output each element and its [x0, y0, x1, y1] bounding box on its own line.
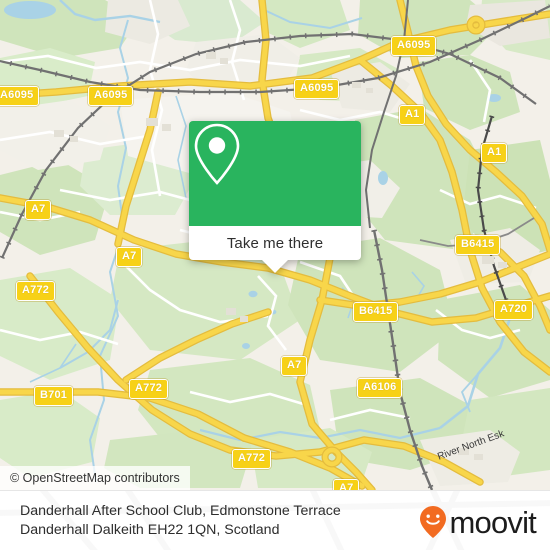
road-shield-a6095-1: A6095 [0, 86, 40, 106]
map-canvas[interactable]: A6095 A6095 A6095 A6095 A1 A1 A7 A7 A7 A… [0, 0, 550, 490]
road-shield-a6095-4: A6095 [391, 36, 437, 56]
road-shield-a1-1: A1 [399, 105, 426, 125]
map-screenshot: A6095 A6095 A6095 A6095 A1 A1 A7 A7 A7 A… [0, 0, 550, 550]
road-shield-a6095-3: A6095 [294, 79, 340, 99]
popup-icon-area [189, 121, 361, 226]
road-shield-a7-1: A7 [25, 200, 52, 220]
road-shield-a720: A720 [494, 300, 534, 320]
place-address-line: Danderhall Dalkeith EH22 1QN, Scotland [20, 521, 280, 538]
moovit-pin-smiley-icon [420, 506, 447, 538]
road-shield-a1-2: A1 [481, 143, 508, 163]
road-shield-a6095-2: A6095 [88, 86, 134, 106]
road-shield-b6415-2: B6415 [353, 302, 399, 322]
road-shield-a772-1: A772 [16, 281, 56, 301]
popup-tail [261, 259, 289, 273]
place-name-line: Danderhall After School Club, Edmonstone… [20, 502, 341, 519]
road-shield-a7-4: A7 [333, 479, 360, 490]
road-shield-b701: B701 [34, 386, 74, 406]
road-shield-a6106: A6106 [357, 378, 403, 398]
road-shield-a772-3: A772 [232, 449, 272, 469]
road-shield-a772-2: A772 [129, 379, 169, 399]
take-me-there-label: Take me there [226, 234, 324, 252]
road-shield-a7-2: A7 [116, 247, 143, 267]
moovit-wordmark: moovit [449, 504, 536, 540]
moovit-brand[interactable]: moovit [418, 504, 537, 540]
osm-attribution-text: © OpenStreetMap contributors [10, 471, 180, 485]
footer-bar: Danderhall After School Club, Edmonstone… [0, 490, 550, 550]
road-shield-a7-3: A7 [281, 356, 308, 376]
popup-action-area[interactable]: Take me there [189, 226, 361, 273]
map-pin-icon [194, 123, 240, 185]
place-address-block: Danderhall After School Club, Edmonstone… [20, 502, 341, 540]
road-shield-b6415-1: B6415 [455, 235, 501, 255]
destination-popup-card[interactable]: Take me there [189, 121, 361, 273]
osm-attribution[interactable]: © OpenStreetMap contributors [0, 466, 190, 490]
